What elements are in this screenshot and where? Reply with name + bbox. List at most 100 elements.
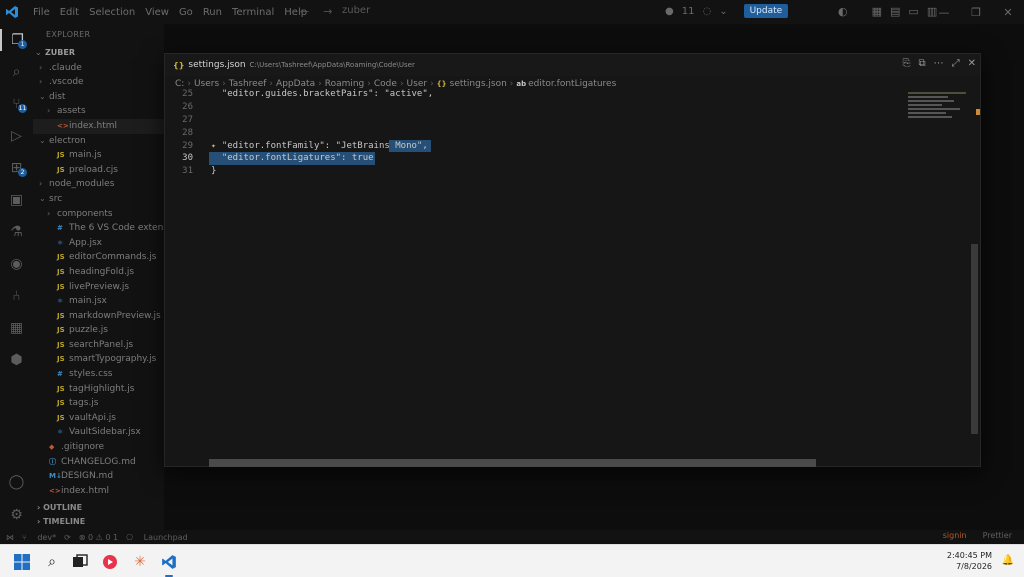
tree-item[interactable]: JS headingFold.js <box>33 265 164 280</box>
tree-item[interactable]: ⌄ electron <box>33 134 164 149</box>
tree-item[interactable]: M↓DESIGN.md <box>33 469 164 484</box>
menu-item-view[interactable]: View <box>140 7 174 18</box>
source-control-icon[interactable]: ⑂ 11 <box>0 93 33 115</box>
tree-item[interactable]: JS preload.cjs <box>33 163 164 178</box>
tree-item[interactable]: JS smartTypography.js <box>33 352 164 367</box>
title-bar: File Edit Selection View Go Run Terminal Help ←… <box>0 0 1024 24</box>
accounts-icon[interactable]: ◐ <box>838 5 848 18</box>
timeline-section[interactable]: › TIMELINE <box>33 515 164 529</box>
claude-app-icon[interactable]: ✳ <box>128 550 152 574</box>
update-button[interactable]: Update <box>743 4 789 18</box>
tree-item-label: headingFold.js <box>69 266 135 277</box>
problems-indicator[interactable]: ⊗ 0 ⚠ 0 1 <box>79 533 118 542</box>
record-icon[interactable]: ● <box>665 6 674 17</box>
tree-item[interactable]: JS markdownPreview.js <box>33 309 164 324</box>
toggle-panel-icon[interactable]: ▭ <box>908 5 918 18</box>
extensions-icon[interactable]: ⊞ 2 <box>0 157 33 179</box>
tree-item[interactable]: › assets <box>33 104 164 119</box>
status-prettier[interactable]: Prettier <box>983 531 1012 540</box>
tree-item[interactable]: # The 6 VS Code extensions <box>33 221 164 236</box>
tree-item[interactable]: <>index.html <box>33 484 164 499</box>
task-view-icon[interactable] <box>68 550 92 574</box>
file-type-icon: JS <box>57 282 65 291</box>
tree-item[interactable]: ⚛ App.jsx <box>33 236 164 251</box>
search-icon[interactable]: ⌕ <box>0 61 33 83</box>
menu-item-edit[interactable]: Edit <box>55 7 84 18</box>
tree-item[interactable]: ⓘ CHANGELOG.md <box>33 455 164 470</box>
tree-item[interactable]: JS tagHighlight.js <box>33 382 164 397</box>
tree-item[interactable]: JS livePreview.js <box>33 280 164 295</box>
git-graph-icon[interactable]: ⑃ <box>0 285 33 307</box>
minimap[interactable] <box>908 92 968 132</box>
settings-gear-icon[interactable]: ⚙ <box>0 504 33 526</box>
tree-item[interactable]: JS vaultApi.js <box>33 411 164 426</box>
tree-item[interactable]: ⚛ main.jsx <box>33 294 164 309</box>
file-type-icon: M↓ <box>49 472 62 481</box>
database-icon[interactable]: ⬢ <box>0 349 33 371</box>
tree-item[interactable]: JS editorCommands.js <box>33 250 164 265</box>
code-line: ✦ 29 "editor.fontFamily": "JetBrains Mono… <box>165 139 970 153</box>
tree-item[interactable]: › components <box>33 207 164 222</box>
titlebar-right: ● 11 ◌ ⌄ Update <box>665 4 789 18</box>
menu-item-run[interactable]: Run <box>198 7 227 18</box>
remote-explorer-icon[interactable]: ▣ <box>0 189 33 211</box>
tree-item[interactable]: ◆ .gitignore <box>33 440 164 455</box>
tree-item[interactable]: JS puzzle.js <box>33 323 164 338</box>
toggle-sidebar-icon[interactable]: ▤ <box>890 5 900 18</box>
explorer-root-folder[interactable]: ⌄ ZUBER <box>33 46 164 61</box>
split-editor-icon[interactable]: ⧉ <box>918 58 925 69</box>
windows-start-icon[interactable] <box>10 550 34 574</box>
tree-item[interactable]: JS tags.js <box>33 396 164 411</box>
tree-item[interactable]: <>index.html <box>33 118 164 134</box>
back-arrow-icon[interactable]: ← <box>300 5 323 18</box>
vertical-scrollbar[interactable] <box>971 244 978 434</box>
music-app-icon[interactable] <box>98 550 122 574</box>
editor-tab-settings-json[interactable]: {} settings.json C:\Users\Tashreef\AppDa… <box>165 54 980 76</box>
launchpad-item[interactable]: ⎔ Launchpad <box>126 533 188 542</box>
sync-icon[interactable]: ⟳ <box>64 533 71 542</box>
vscode-taskbar-icon[interactable] <box>157 550 181 577</box>
tree-item[interactable]: JS main.js <box>33 148 164 163</box>
tree-item[interactable]: › node_modules <box>33 177 164 192</box>
menu-item-go[interactable]: Go <box>174 7 198 18</box>
vscode-logo-icon <box>0 0 24 24</box>
restore-window-icon[interactable]: ⤢ <box>952 58 960 69</box>
tree-item[interactable]: JS searchPanel.js <box>33 338 164 353</box>
testing-icon[interactable]: ⚗ <box>0 221 33 243</box>
horizontal-scrollbar[interactable] <box>209 459 816 467</box>
github-icon[interactable]: ◉ <box>0 253 33 275</box>
code-text: "editor.fontLigatures": true <box>211 153 374 164</box>
activity-bar: ❐ 1 ⌕ ⑂ 11 ▷ ⊞ 2 ▣ ⚗ ◉ ⑃ ▦ ⬢ ◯ ⚙ <box>0 24 33 530</box>
status-signin[interactable]: signin <box>943 531 967 540</box>
menu-item-terminal[interactable]: Terminal <box>227 7 279 18</box>
restore-icon[interactable]: ❐ <box>960 0 992 24</box>
more-actions-icon[interactable]: ⋯ <box>934 58 944 69</box>
tree-item[interactable]: › .vscode <box>33 75 164 90</box>
copilot-icon[interactable]: ◌ <box>702 6 711 17</box>
close-window-icon[interactable]: ✕ <box>968 58 976 69</box>
menu-item-selection[interactable]: Selection <box>84 7 140 18</box>
remote-icon[interactable]: ⋈ <box>6 533 14 542</box>
docker-icon[interactable]: ▦ <box>0 317 33 339</box>
account-icon[interactable]: ◯ <box>0 471 33 493</box>
outline-section[interactable]: › OUTLINE <box>33 501 164 515</box>
command-center[interactable]: zuber <box>340 5 620 19</box>
layout-grid-icon[interactable]: ▦ <box>872 5 882 18</box>
explorer-icon[interactable]: ❐ 1 <box>0 29 33 51</box>
tree-item[interactable]: # styles.css <box>33 367 164 382</box>
close-icon[interactable]: ✕ <box>992 0 1024 24</box>
tree-item[interactable]: ⌄ dist <box>33 90 164 105</box>
chevron-down-icon[interactable]: ⌄ <box>719 6 727 17</box>
run-debug-icon[interactable]: ▷ <box>0 125 33 147</box>
taskbar-search-icon[interactable]: ⌕ <box>40 550 64 574</box>
minimize-icon[interactable]: — <box>928 0 960 24</box>
menu-item-file[interactable]: File <box>28 7 55 18</box>
code-editor[interactable]: 25 "editor.guides.bracketPairs": "active… <box>165 88 970 428</box>
system-clock[interactable]: 2:40:45 PM 7/8/2026 <box>947 550 992 572</box>
tree-item[interactable]: › .claude <box>33 61 164 76</box>
tree-item[interactable]: ⌄ src <box>33 192 164 207</box>
tree-item[interactable]: ⚛ VaultSidebar.jsx <box>33 425 164 440</box>
notification-bell-icon[interactable]: 🔔 <box>1002 555 1014 566</box>
branch-indicator[interactable]: ⑂ dev* <box>22 533 56 542</box>
open-json-icon[interactable]: ⎘ <box>902 58 910 69</box>
